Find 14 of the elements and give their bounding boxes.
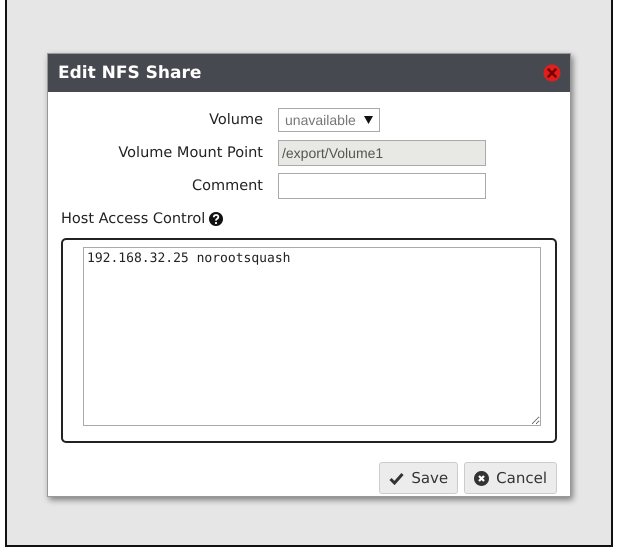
- check-icon: [389, 472, 404, 484]
- close-icon[interactable]: [543, 64, 561, 82]
- field-label: Comment: [190, 178, 264, 194]
- caret-icon: [364, 116, 373, 124]
- dialog-title: Edit NFS Share: [58, 63, 202, 83]
- cancel-button[interactable]: Cancel: [464, 462, 557, 494]
- field-label: Volume Mount Point: [117, 144, 264, 160]
- field-label: Host Access Control: [61, 211, 206, 227]
- help-icon[interactable]: [209, 212, 224, 226]
- cancel-icon: [474, 470, 490, 486]
- text-field[interactable]: [278, 172, 486, 198]
- save-button[interactable]: Save: [379, 462, 458, 494]
- field-label: Volume: [208, 112, 264, 128]
- host-access-textarea[interactable]: 192.168.32.25 norootsquash: [83, 247, 541, 426]
